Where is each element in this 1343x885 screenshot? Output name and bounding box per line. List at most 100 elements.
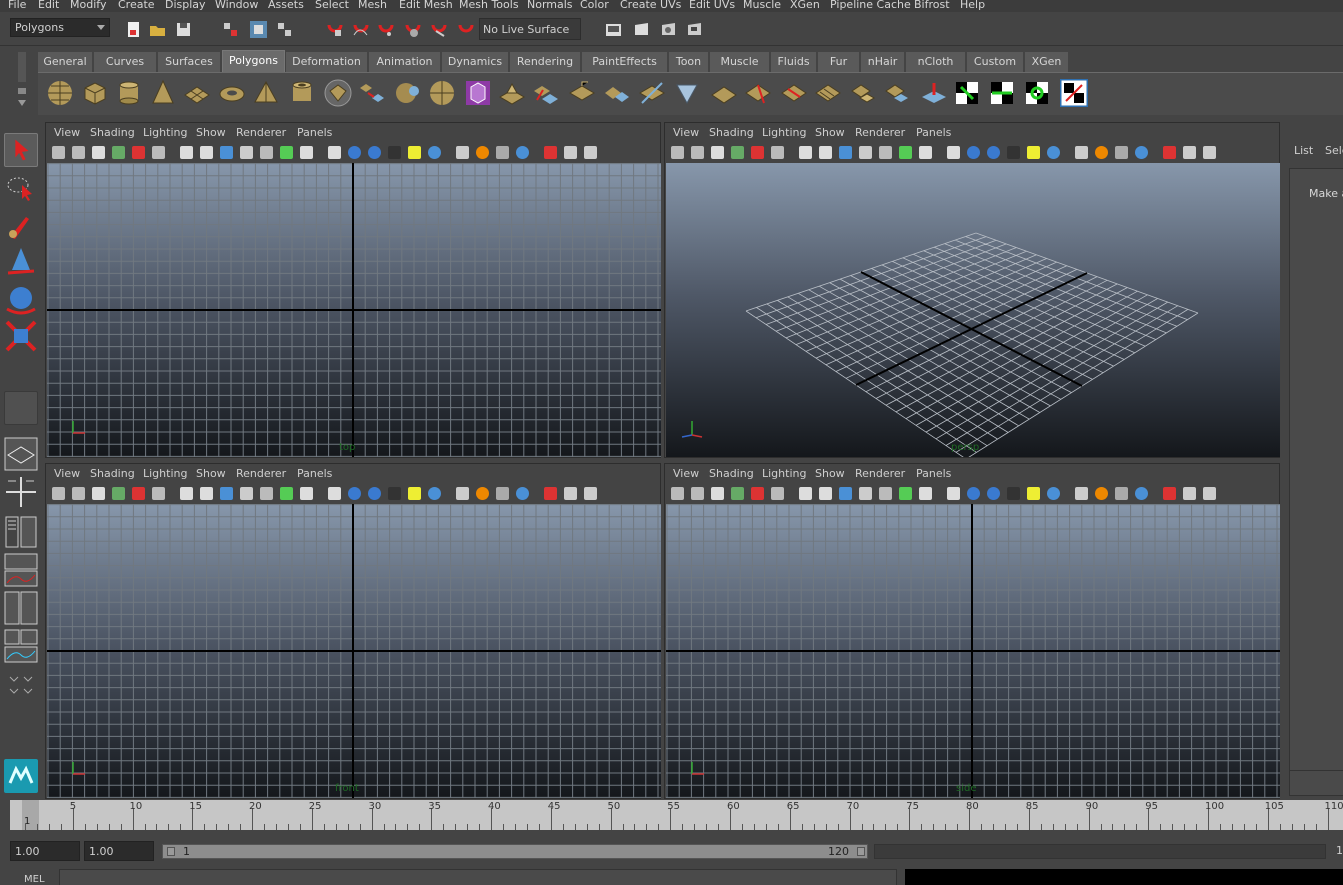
panel-tool-icon[interactable] [476,146,489,159]
move-tool-icon[interactable] [4,245,38,279]
menu-create-uvs[interactable]: Create UVs [620,0,681,11]
panel-menu-shading[interactable]: Shading [709,467,754,480]
panel-tool-icon[interactable] [859,487,872,500]
menu-create[interactable]: Create [118,0,155,11]
bridge-icon[interactable] [532,79,560,107]
panel-tool-icon[interactable] [52,487,65,500]
panel-tool-icon[interactable] [1163,487,1176,500]
panel-tool-icon[interactable] [859,146,872,159]
combine-icon[interactable] [358,79,386,107]
panel-tool-icon[interactable] [819,487,832,500]
range-slider[interactable]: 1 120 [162,844,868,859]
panel-tool-icon[interactable] [879,146,892,159]
panel-tool-icon[interactable] [731,487,744,500]
panel-tool-icon[interactable] [368,487,381,500]
poly-cylinder-icon[interactable] [115,79,143,107]
offset-edge-loop-icon[interactable] [814,79,842,107]
panel-tool-icon[interactable] [328,487,341,500]
command-input[interactable] [59,869,897,885]
select-tool-icon[interactable] [4,133,38,167]
panel-menu-view[interactable]: View [54,467,80,480]
range-end-handle[interactable] [857,847,865,856]
snap-view-plane-icon[interactable] [404,21,421,38]
panel-tool-icon[interactable] [899,487,912,500]
shelf-tab-muscle[interactable]: Muscle [710,52,770,72]
shelf-tab-custom[interactable]: Custom [967,52,1024,72]
snap-grid-icon[interactable] [326,21,343,38]
panel-tool-icon[interactable] [300,487,313,500]
panel-tool-icon[interactable] [947,146,960,159]
panel-tool-icon[interactable] [92,146,105,159]
menu-bifrost[interactable]: Bifrost [914,0,950,11]
panel-tool-icon[interactable] [280,487,293,500]
panel-tool-icon[interactable] [987,146,1000,159]
menu-color[interactable]: Color [580,0,609,11]
channel-box-selected-menu[interactable]: Sele [1325,144,1343,157]
viewport-persp[interactable]: persp [666,163,1280,457]
panel-tool-icon[interactable] [731,146,744,159]
panel-menu-shading[interactable]: Shading [90,126,135,139]
panel-tool-icon[interactable] [967,487,980,500]
shelf-tab-animation[interactable]: Animation [369,52,441,72]
playback-start-field[interactable]: 1.00 [84,841,154,861]
open-scene-icon[interactable] [149,21,166,38]
panel-tool-icon[interactable] [839,146,852,159]
panel-tool-icon[interactable] [456,487,469,500]
layout-hypershade-icon[interactable] [4,591,38,625]
layout-persp-graph-outliner-icon[interactable] [4,629,38,663]
menu-display[interactable]: Display [165,0,206,11]
shelf-tab-general[interactable]: General [38,52,93,72]
layout-persp-outliner-icon[interactable] [4,515,38,549]
panel-tool-icon[interactable] [879,487,892,500]
poly-pyramid-icon[interactable] [252,79,280,107]
panel-tool-icon[interactable] [180,487,193,500]
extract-icon[interactable] [850,79,878,107]
ipr-render-icon[interactable] [660,21,677,38]
panel-tool-icon[interactable] [1135,146,1148,159]
panel-tool-icon[interactable] [200,487,213,500]
panel-tool-icon[interactable] [280,146,293,159]
render-view-icon[interactable] [605,21,622,38]
shelf-tab-fur[interactable]: Fur [818,52,860,72]
menu-file[interactable]: File [8,0,26,11]
panel-menu-renderer[interactable]: Renderer [236,467,286,480]
panel-tool-icon[interactable] [564,146,577,159]
panel-tool-icon[interactable] [919,146,932,159]
range-start-handle[interactable] [167,847,175,856]
panel-tool-icon[interactable] [328,146,341,159]
panel-tool-icon[interactable] [751,487,764,500]
panel-menu-lighting[interactable]: Lighting [143,467,187,480]
panel-tool-icon[interactable] [711,146,724,159]
toolbox-expand-icon[interactable] [4,667,38,701]
panel-menu-panels[interactable]: Panels [916,126,951,139]
panel-tool-icon[interactable] [112,487,125,500]
lasso-tool-icon[interactable] [4,171,38,205]
shelf-tab-nhair[interactable]: nHair [861,52,905,72]
uv-editor-icon[interactable] [953,79,981,107]
command-language-toggle[interactable]: MEL [24,874,45,885]
shelf-tab-dynamics[interactable]: Dynamics [442,52,509,72]
panel-menu-panels[interactable]: Panels [297,126,332,139]
poly-pipe-icon[interactable] [288,79,316,107]
new-scene-icon[interactable] [125,21,142,38]
panel-tool-icon[interactable] [771,146,784,159]
poly-plane-icon[interactable] [183,79,211,107]
panel-tool-icon[interactable] [1027,146,1040,159]
split-polygon-icon[interactable] [744,79,772,107]
panel-menu-show[interactable]: Show [196,126,226,139]
panel-tool-icon[interactable] [919,487,932,500]
poly-sphere-icon[interactable] [46,79,74,107]
extrude-icon[interactable] [498,79,526,107]
automatic-mapping-icon[interactable] [1023,79,1051,107]
panel-tool-icon[interactable] [564,487,577,500]
panel-tool-icon[interactable] [987,487,1000,500]
panel-tool-icon[interactable] [516,487,529,500]
scale-tool-icon[interactable] [4,319,38,353]
panel-tool-icon[interactable] [408,146,421,159]
panel-tool-icon[interactable] [1095,487,1108,500]
fill-hole-icon[interactable] [603,79,631,107]
snap-live-icon[interactable] [457,21,474,38]
snap-curve-icon[interactable] [352,21,369,38]
panel-menu-renderer[interactable]: Renderer [855,126,905,139]
panel-tool-icon[interactable] [544,146,557,159]
